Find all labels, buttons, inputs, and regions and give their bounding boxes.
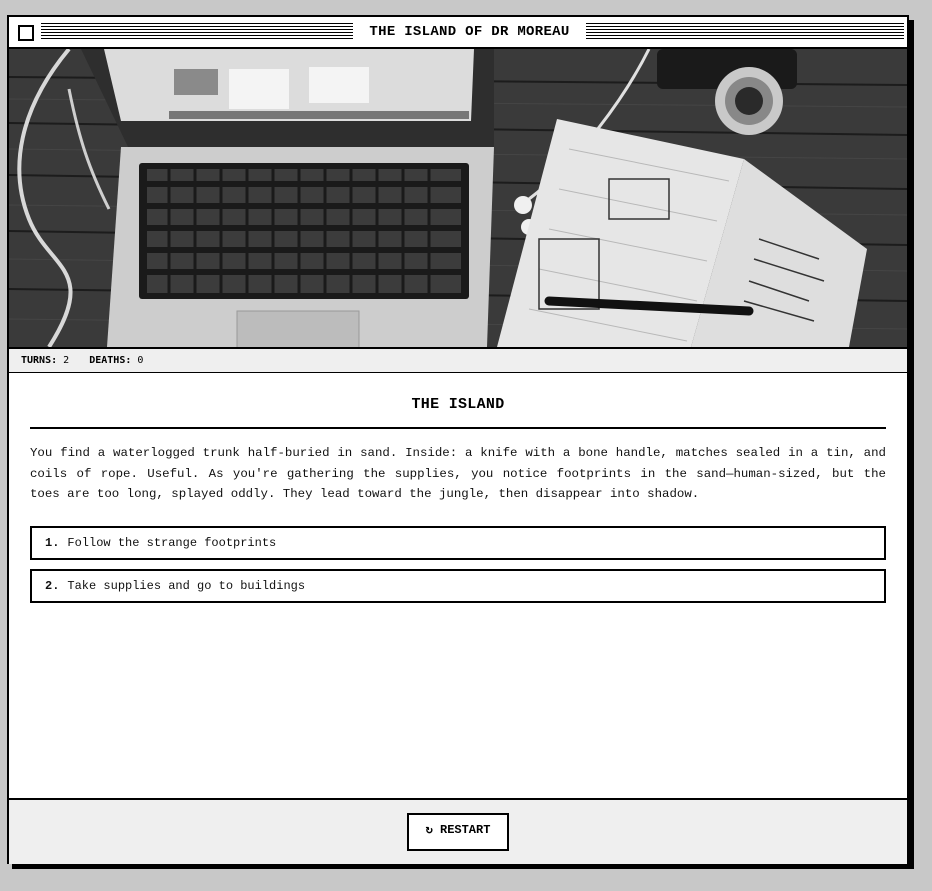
title-bar: THE ISLAND OF DR MOREAU — [9, 17, 907, 49]
title-divider — [30, 427, 886, 429]
choice-number: 2. — [45, 578, 60, 593]
stats-bar: TURNS: 2 DEATHS: 0 — [9, 349, 907, 373]
title-stripes-right — [586, 23, 904, 41]
game-window: THE ISLAND OF DR MOREAU TURNS: 2 DEATHS:… — [7, 15, 909, 864]
choice-number: 1. — [45, 535, 60, 550]
title-stripes-left — [41, 23, 353, 41]
deaths-label: DEATHS: — [89, 355, 132, 366]
scene-image — [9, 49, 907, 349]
choice-follow-footprints[interactable]: 1. Follow the strange footprints — [30, 525, 886, 560]
scene-title: THE ISLAND — [411, 396, 505, 413]
turns-label: TURNS: — [21, 355, 58, 366]
choice-label: Follow the strange footprints — [67, 535, 277, 550]
choice-take-supplies[interactable]: 2. Take supplies and go to buildings — [30, 568, 886, 603]
turns-value: 2 — [63, 355, 70, 366]
restart-label: RESTART — [440, 823, 491, 837]
scene-panel: THE ISLAND You find a waterlogged trunk … — [30, 374, 886, 603]
close-box-icon[interactable] — [18, 25, 34, 41]
restart-button[interactable]: ↻ RESTART — [407, 813, 509, 851]
choice-label: Take supplies and go to buildings — [67, 578, 306, 593]
window-title: THE ISLAND OF DR MOREAU — [369, 24, 570, 40]
deaths-value: 0 — [137, 355, 144, 366]
scene-narrative: You find a waterlogged trunk half-buried… — [30, 446, 886, 501]
footer-bar: ↻ RESTART — [9, 798, 907, 864]
restart-icon: ↻ — [425, 823, 433, 837]
